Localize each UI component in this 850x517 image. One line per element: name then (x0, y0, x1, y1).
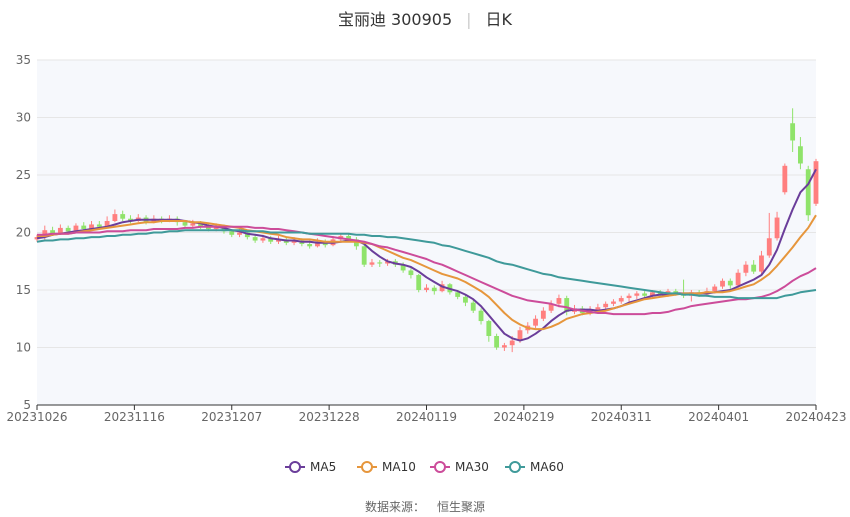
candle-body (252, 237, 258, 241)
legend-item-ma30[interactable]: MA30 (430, 460, 489, 474)
candle-body (182, 222, 188, 226)
chart-container: 宝丽迪 300905 | 日K 5 10 15 20 25 30 35 20231026 2023… (0, 0, 850, 517)
x-tick-label: 20240119 (396, 410, 457, 424)
candle-body (790, 123, 796, 141)
candle-body (540, 310, 546, 319)
x-tick-label: 20231116 (104, 410, 165, 424)
source-provider: 恒生聚源 (437, 500, 486, 514)
candle-body (743, 264, 749, 273)
candle-body (96, 224, 102, 227)
candle-body (813, 161, 819, 204)
candle-body (81, 225, 87, 230)
candle-body (603, 303, 609, 308)
candle-body (798, 146, 803, 164)
candlestick-chart: 5101520253035 20231026 20231116 20231207 20… (6, 53, 847, 474)
candle-body (782, 165, 788, 193)
y-tick-label: 10 (16, 341, 31, 355)
candle-body (65, 227, 71, 232)
candle-body (556, 298, 562, 304)
candle-body (369, 262, 375, 265)
x-tick-label: 20231026 (6, 410, 67, 424)
candle-body (509, 340, 515, 346)
candle-body (774, 217, 780, 239)
candle-body (766, 238, 772, 256)
y-axis-ticks: 5101520253035 (16, 53, 31, 412)
candle-body (751, 264, 757, 272)
candle-body (501, 345, 507, 348)
candle-body (626, 295, 632, 299)
x-axis: 20231026 20231116 20231207 20231228 20240119… (6, 404, 847, 424)
candle-body (494, 336, 500, 348)
data-source: 数据来源： 恒生聚源 (0, 498, 850, 515)
candle-body (712, 286, 718, 292)
legend-item-ma60[interactable]: MA60 (505, 460, 564, 474)
legend[interactable]: MA5 MA10 MA30 MA60 (285, 460, 564, 474)
legend-item-ma10[interactable]: MA10 (357, 460, 416, 474)
candle-body (424, 287, 429, 290)
y-tick-label: 30 (16, 111, 31, 125)
candle-body (727, 280, 733, 286)
legend-item-ma5[interactable]: MA5 (285, 460, 336, 474)
candle-body (611, 301, 616, 304)
x-tick-label: 20240423 (785, 410, 846, 424)
y-tick-label: 20 (16, 226, 31, 240)
candle-body (307, 244, 313, 247)
candle-body (470, 302, 476, 311)
legend-label: MA10 (382, 460, 416, 474)
candle-body (408, 270, 414, 276)
candle-body (595, 307, 601, 310)
candle-body (229, 231, 235, 235)
candle-body (533, 318, 538, 326)
x-tick-label: 20240219 (493, 410, 554, 424)
legend-label: MA60 (530, 460, 564, 474)
candle-body (361, 246, 367, 265)
candle-body (431, 287, 437, 292)
legend-label: MA30 (455, 460, 489, 474)
candle-body (642, 293, 648, 296)
candle-body (517, 330, 523, 341)
candle-body (190, 223, 196, 226)
candle-body (735, 272, 741, 286)
x-tick-label: 20231207 (201, 410, 262, 424)
candle-body (486, 321, 492, 336)
candle-body (720, 280, 725, 287)
x-tick-label: 20240401 (688, 410, 749, 424)
candle-body (112, 214, 118, 221)
x-tick-label: 20231228 (299, 410, 360, 424)
candle-body (416, 275, 422, 290)
candle-body (455, 292, 461, 297)
y-tick-label: 35 (16, 53, 31, 67)
legend-marker (434, 461, 446, 473)
candle-body (260, 238, 266, 241)
candle-body (478, 310, 484, 322)
legend-label: MA5 (310, 460, 336, 474)
candle-body (120, 214, 126, 219)
legend-marker (361, 461, 373, 473)
legend-marker (289, 461, 301, 473)
candle-body (805, 169, 811, 216)
y-tick-label: 25 (16, 168, 31, 182)
candle-body (377, 262, 383, 264)
source-label: 数据来源： (364, 500, 425, 514)
candle-body (634, 293, 640, 296)
candle-body (759, 255, 764, 272)
x-tick-label: 20240311 (591, 410, 652, 424)
candle-body (463, 296, 468, 303)
legend-marker (509, 461, 521, 473)
candle-body (618, 298, 624, 302)
y-tick-label: 15 (16, 283, 31, 297)
